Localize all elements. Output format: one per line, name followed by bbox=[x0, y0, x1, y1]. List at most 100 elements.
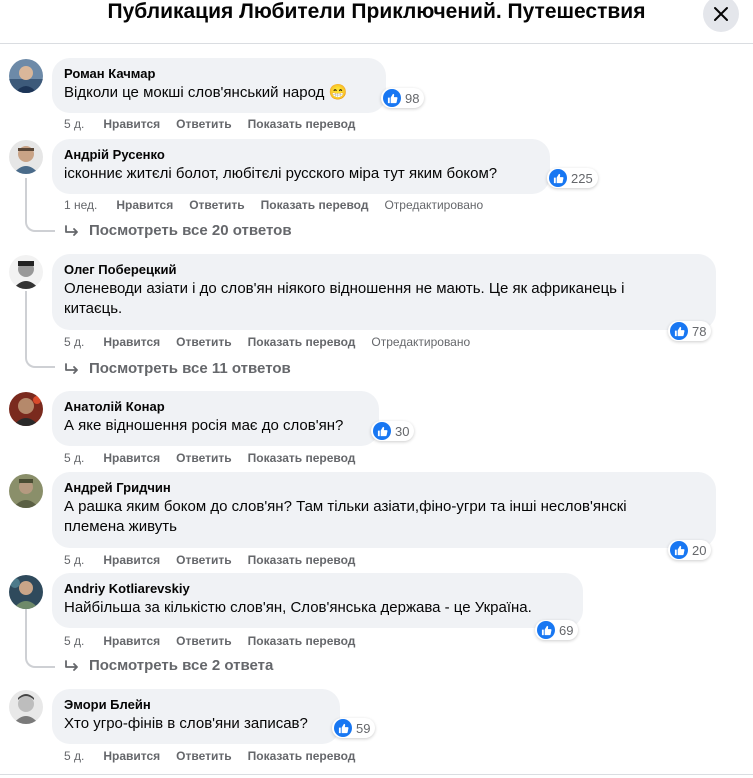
like-icon bbox=[537, 621, 555, 639]
view-replies-button[interactable]: Посмотреть все 20 ответов bbox=[64, 222, 292, 239]
comment-time[interactable]: 5 д. bbox=[64, 552, 84, 568]
reply-button[interactable]: Ответить bbox=[176, 450, 231, 466]
like-icon bbox=[670, 322, 688, 340]
comment-author[interactable]: Роман Качмар bbox=[64, 66, 374, 82]
reaction-count[interactable]: 78 bbox=[668, 321, 712, 341]
comment-time[interactable]: 5 д. bbox=[64, 748, 84, 764]
reply-button[interactable]: Ответить bbox=[176, 633, 231, 649]
comment-text: ісконниє житєлі болот, любітєлі русского… bbox=[64, 165, 498, 182]
comment-text: А яке відношення росія має до слов'ян? bbox=[64, 417, 344, 434]
comment-author[interactable]: Андрей Гридчин bbox=[64, 480, 704, 496]
view-replies-label: Посмотреть все 20 ответов bbox=[89, 222, 292, 239]
reply-button[interactable]: Ответить bbox=[189, 197, 244, 213]
reaction-number: 225 bbox=[571, 170, 593, 186]
comment-time[interactable]: 5 д. bbox=[64, 450, 84, 466]
avatar[interactable] bbox=[9, 140, 43, 174]
comment-text-line: племена живуть bbox=[64, 518, 177, 535]
comment-actions: 5 д. Нравится Ответить Показать перевод bbox=[64, 552, 371, 568]
translate-button[interactable]: Показать перевод bbox=[261, 197, 369, 213]
reaction-number: 69 bbox=[559, 622, 574, 638]
footer-divider bbox=[0, 774, 753, 778]
reaction-count[interactable]: 20 bbox=[668, 540, 712, 560]
edited-label: Отредактировано bbox=[371, 335, 471, 349]
reaction-count[interactable]: 98 bbox=[381, 88, 425, 108]
like-button[interactable]: Нравится bbox=[103, 633, 160, 649]
comment-actions: 5 д. Нравится Ответить Показать перевод bbox=[64, 748, 371, 764]
reaction-number: 98 bbox=[405, 90, 420, 106]
comment-bubble: Анатолій Конар А яке відношення росія ма… bbox=[52, 391, 379, 446]
comment-author[interactable]: Andriy Kotliarevskiy bbox=[64, 581, 571, 597]
like-button[interactable]: Нравится bbox=[103, 116, 160, 132]
reply-button[interactable]: Ответить bbox=[176, 552, 231, 568]
like-button[interactable]: Нравится bbox=[103, 334, 160, 350]
comment-bubble: Andriy Kotliarevskiy Найбільша за кількі… bbox=[52, 573, 583, 628]
like-button[interactable]: Нравится bbox=[103, 748, 160, 764]
translate-button[interactable]: Показать перевод bbox=[248, 748, 356, 764]
comment-actions: 5 д. Нравится Ответить Показать перевод bbox=[64, 633, 371, 649]
like-button[interactable]: Нравится bbox=[103, 552, 160, 568]
like-icon bbox=[670, 541, 688, 559]
comment-author[interactable]: Андрій Русенко bbox=[64, 147, 538, 163]
view-replies-label: Посмотреть все 11 ответов bbox=[89, 360, 291, 377]
avatar[interactable] bbox=[9, 575, 43, 609]
comment-actions: 5 д. Нравится Ответить Показать перевод bbox=[64, 116, 371, 132]
comment-time[interactable]: 5 д. bbox=[64, 334, 84, 350]
comment-actions: 5 д. Нравится Ответить Показать перевод … bbox=[64, 334, 470, 350]
reaction-number: 78 bbox=[692, 323, 707, 339]
reply-button[interactable]: Ответить bbox=[176, 116, 231, 132]
comment-author[interactable]: Олег Поберецкий bbox=[64, 262, 704, 278]
comment-actions: 5 д. Нравится Ответить Показать перевод bbox=[64, 450, 371, 466]
reaction-number: 30 bbox=[395, 423, 410, 439]
thread-branch bbox=[25, 354, 55, 368]
comment-text: Відколи це мокші слов'янський народ 😁 bbox=[64, 84, 348, 101]
comment-text: Найбільша за кількістю слов'ян, Слов'янс… bbox=[64, 599, 532, 616]
reaction-count[interactable]: 30 bbox=[371, 421, 415, 441]
reply-button[interactable]: Ответить bbox=[176, 334, 231, 350]
comment-author[interactable]: Эмори Блейн bbox=[64, 697, 328, 713]
edited-label: Отредактировано bbox=[384, 198, 484, 212]
view-replies-button[interactable]: Посмотреть все 2 ответа bbox=[64, 657, 273, 674]
like-icon bbox=[373, 422, 391, 440]
like-button[interactable]: Нравится bbox=[103, 450, 160, 466]
comment-author[interactable]: Анатолій Конар bbox=[64, 399, 367, 415]
reaction-count[interactable]: 69 bbox=[535, 620, 579, 640]
avatar[interactable] bbox=[9, 690, 43, 724]
thread-branch bbox=[25, 654, 55, 668]
reply-arrow-icon bbox=[65, 362, 78, 374]
dialog-header: Публикация Любители Приключений. Путешес… bbox=[0, 0, 753, 44]
comment-text-line: китаєць. bbox=[64, 300, 123, 317]
comment-bubble: Эмори Блейн Хто угро-фінів в слов'яни за… bbox=[52, 689, 340, 744]
comment-bubble: Андрій Русенко ісконниє житєлі болот, лю… bbox=[52, 139, 550, 194]
close-button[interactable] bbox=[703, 0, 739, 32]
like-icon bbox=[549, 169, 567, 187]
translate-button[interactable]: Показать перевод bbox=[248, 633, 356, 649]
reply-arrow-icon bbox=[65, 224, 78, 236]
avatar[interactable] bbox=[9, 392, 43, 426]
comment-text: Хто угро-фінів в слов'яни записав? bbox=[64, 715, 308, 732]
reaction-count[interactable]: 59 bbox=[332, 718, 376, 738]
comment-text-line: Оленеводи азіати і до слов'ян ніякого ві… bbox=[64, 280, 625, 297]
reaction-count[interactable]: 225 bbox=[547, 168, 598, 188]
avatar[interactable] bbox=[9, 59, 43, 93]
like-button[interactable]: Нравится bbox=[116, 197, 173, 213]
reply-arrow-icon bbox=[65, 659, 78, 671]
avatar[interactable] bbox=[9, 474, 43, 508]
thread-line bbox=[25, 609, 27, 657]
comment-text-line: А рашка яким боком до слов'ян? Там тільк… bbox=[64, 498, 627, 515]
view-replies-label: Посмотреть все 2 ответа bbox=[89, 657, 274, 674]
comment-time[interactable]: 5 д. bbox=[64, 116, 84, 132]
translate-button[interactable]: Показать перевод bbox=[248, 116, 356, 132]
like-icon bbox=[334, 719, 352, 737]
comment-time[interactable]: 5 д. bbox=[64, 633, 84, 649]
translate-button[interactable]: Показать перевод bbox=[248, 552, 356, 568]
comment-bubble: Андрей Гридчин А рашка яким боком до сло… bbox=[52, 472, 716, 548]
like-icon bbox=[383, 89, 401, 107]
avatar[interactable] bbox=[9, 255, 43, 289]
comment-time[interactable]: 1 нед. bbox=[64, 197, 97, 213]
translate-button[interactable]: Показать перевод bbox=[248, 450, 356, 466]
view-replies-button[interactable]: Посмотреть все 11 ответов bbox=[64, 360, 291, 377]
reply-button[interactable]: Ответить bbox=[176, 748, 231, 764]
comment-actions: 1 нед. Нравится Ответить Показать перево… bbox=[64, 197, 483, 213]
close-icon bbox=[714, 7, 728, 21]
translate-button[interactable]: Показать перевод bbox=[248, 334, 356, 350]
